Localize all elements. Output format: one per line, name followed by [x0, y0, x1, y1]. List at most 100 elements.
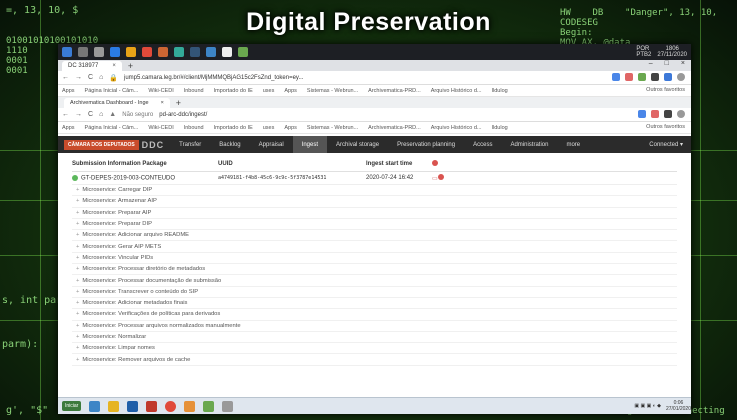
col-uuid[interactable]: UUID	[218, 161, 366, 167]
expand-icon[interactable]: +	[76, 198, 79, 204]
forward-icon[interactable]: →	[75, 111, 82, 118]
reload-icon[interactable]: C	[88, 74, 93, 81]
expand-icon[interactable]: +	[76, 311, 79, 317]
bookmark-item[interactable]: uses	[263, 88, 275, 94]
forward-icon[interactable]: →	[75, 74, 82, 81]
microservice-row[interactable]: + Microservice: Normalizar	[72, 332, 677, 344]
bookmark-item[interactable]: Sistemas - Webrun...	[307, 88, 358, 94]
home-icon[interactable]: ⌂	[99, 74, 103, 81]
extension-icon[interactable]	[651, 73, 659, 81]
col-start-time[interactable]: Ingest start time	[366, 161, 432, 167]
folder-icon[interactable]	[108, 400, 120, 412]
expand-icon[interactable]: +	[76, 278, 79, 284]
new-tab-icon[interactable]: +	[176, 98, 181, 108]
extension-icon[interactable]	[664, 110, 672, 118]
col-sip[interactable]: Submission Information Package	[72, 161, 218, 167]
bookmark-item[interactable]: Apps	[62, 88, 75, 94]
bookmark-item[interactable]: Página Inicial - Câm...	[85, 125, 139, 131]
nav-ingest[interactable]: Ingest	[292, 136, 328, 153]
other-bookmarks[interactable]: Outros favoritos	[646, 124, 685, 130]
bookmark-item[interactable]: Wiki-CEDI	[148, 125, 173, 131]
folder-icon[interactable]: ▭	[432, 176, 438, 182]
profile-avatar[interactable]	[677, 110, 685, 118]
windows-start-icon[interactable]	[62, 47, 72, 57]
expand-icon[interactable]: +	[76, 244, 79, 250]
bookmark-item[interactable]: Sistemas - Webrun...	[307, 125, 358, 131]
expand-icon[interactable]: +	[76, 323, 79, 329]
bookmark-item[interactable]: uses	[263, 125, 275, 131]
microservice-row[interactable]: + Microservice: Adicionar metadados finai…	[72, 298, 677, 310]
window-close-icon[interactable]: ×	[681, 60, 685, 67]
microservice-row[interactable]: + Microservice: Processar diretório de me…	[72, 264, 677, 276]
app-icon-5[interactable]	[222, 47, 232, 57]
microservice-row[interactable]: + Microservice: Preparar AIP	[72, 208, 677, 219]
microservice-row[interactable]: + Microservice: Gerar AIP METS	[72, 241, 677, 253]
bookmark-item[interactable]: Importado do IE	[214, 125, 253, 131]
outlook-icon[interactable]	[127, 400, 139, 412]
minimize-icon[interactable]: –	[649, 60, 653, 67]
bookmark-item[interactable]: Ildulog	[492, 125, 508, 131]
microservice-row[interactable]: + Microservice: Verificações de políticas…	[72, 309, 677, 321]
microservice-row[interactable]: + Microservice: Processar arquivos normal…	[72, 321, 677, 332]
expand-icon[interactable]: +	[76, 266, 79, 272]
browser1-url[interactable]: jump5.camara.leg.br/#/client/MjMMMQBjAG1…	[124, 75, 303, 81]
microservice-row[interactable]: + Microservice: Carregar DIP	[72, 185, 677, 197]
bookmark-item[interactable]: Arquivo Histórico d...	[431, 125, 482, 131]
expand-icon[interactable]: +	[76, 255, 79, 261]
remove-icon[interactable]	[437, 174, 444, 180]
bookmark-item[interactable]: Apps	[284, 88, 297, 94]
app-icon-6[interactable]	[238, 47, 248, 57]
expand-icon[interactable]: +	[76, 357, 79, 363]
nav-archival-storage[interactable]: Archival storage	[327, 136, 388, 153]
logo[interactable]: CÂMARA DOS DEPUTADOS DDC	[58, 136, 170, 153]
bookmark-item[interactable]: Inbound	[184, 125, 204, 131]
reload-icon[interactable]: C	[88, 111, 93, 118]
microservice-row[interactable]: + Microservice: Remover arquivos de cache	[72, 354, 677, 366]
close-icon[interactable]: ×	[112, 63, 116, 69]
extension-icon[interactable]	[625, 73, 633, 81]
microservice-row[interactable]: + Microservice: Processar documentação de…	[72, 275, 677, 287]
microservice-row[interactable]: + Microservice: Limpar nomes	[72, 343, 677, 355]
close-icon[interactable]: ×	[161, 100, 164, 106]
bookmark-item[interactable]: Archivematica-PRD...	[368, 88, 421, 94]
search-icon[interactable]	[78, 47, 88, 57]
nav-more[interactable]: more	[557, 136, 589, 153]
nav-transfer[interactable]: Transfer	[170, 136, 210, 153]
extension-icon[interactable]	[638, 110, 646, 118]
maximize-icon[interactable]: □	[665, 60, 669, 67]
expand-icon[interactable]: +	[76, 289, 79, 295]
microservice-row[interactable]: + Microservice: Preparar DIP	[72, 219, 677, 231]
outlook-icon[interactable]	[110, 47, 120, 57]
bookmark-item[interactable]: Wiki-CEDI	[148, 88, 173, 94]
expand-icon[interactable]: +	[76, 300, 79, 306]
back-icon[interactable]: ←	[62, 74, 69, 81]
connected-status[interactable]: Connected ▾	[649, 136, 683, 153]
new-tab-icon[interactable]: +	[128, 61, 133, 71]
security-label[interactable]: Não seguro	[122, 112, 153, 118]
microservice-row[interactable]: + Microservice: Adicionar arquivo README	[72, 230, 677, 242]
home-icon[interactable]: ⌂	[99, 111, 103, 118]
other-bookmarks[interactable]: Outros favoritos	[646, 87, 685, 93]
extension-icon[interactable]	[664, 73, 672, 81]
acrobat-icon[interactable]	[146, 400, 158, 412]
sip-row[interactable]: GT-DEPES-2019-003-CONTEUDO a4749181-f4b8…	[72, 172, 677, 185]
bookmark-item[interactable]: Arquivo Histórico d...	[431, 88, 482, 94]
ie-icon[interactable]	[89, 400, 101, 412]
nav-preservation-planning[interactable]: Preservation planning	[388, 136, 464, 153]
expand-icon[interactable]: +	[76, 334, 79, 340]
microservice-row[interactable]: + Microservice: Vincular PIDs	[72, 253, 677, 265]
expand-icon[interactable]: +	[76, 210, 79, 216]
app-icon[interactable]	[222, 400, 234, 412]
expand-icon[interactable]: +	[76, 221, 79, 227]
microservice-row[interactable]: + Microservice: Transcrever o conteúdo do…	[72, 287, 677, 298]
extension-icon[interactable]	[638, 73, 646, 81]
app-icon[interactable]	[158, 47, 168, 57]
back-icon[interactable]: ←	[62, 111, 69, 118]
chrome-icon[interactable]	[165, 400, 177, 412]
task-view-icon[interactable]	[94, 47, 104, 57]
bookmark-item[interactable]: Apps	[62, 125, 75, 131]
nav-appraisal[interactable]: Appraisal	[250, 136, 293, 153]
bookmark-item[interactable]: Página Inicial - Câm...	[85, 88, 139, 94]
app-icon-2[interactable]	[174, 47, 184, 57]
bookmark-item[interactable]: Ildulog	[492, 88, 508, 94]
